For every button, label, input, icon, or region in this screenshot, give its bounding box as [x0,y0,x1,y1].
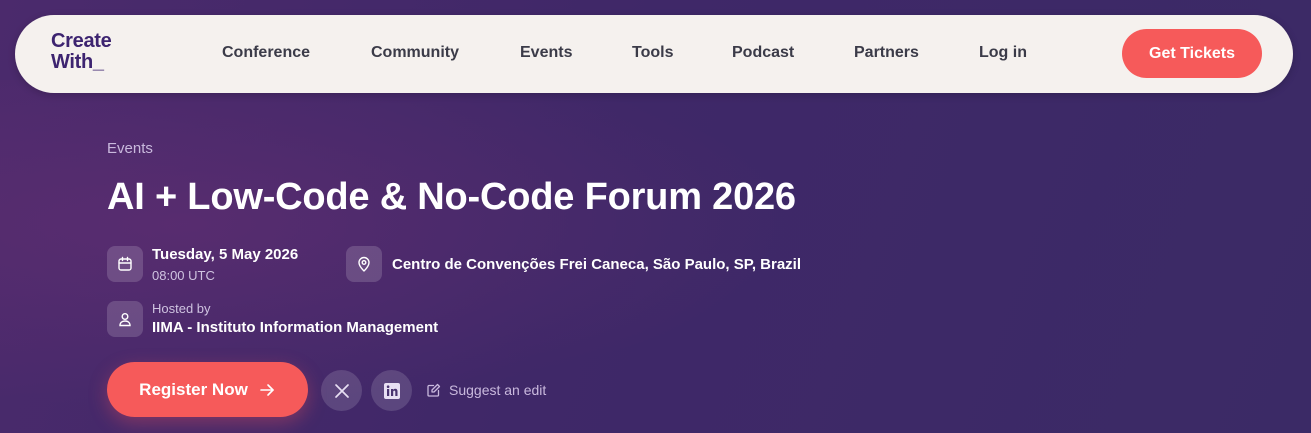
register-now-label: Register Now [139,379,248,399]
event-host[interactable]: IIMA - Instituto Information Management [152,319,438,336]
event-time: 08:00 UTC [152,268,215,283]
user-icon [107,301,143,337]
event-location: Centro de Convenções Frei Caneca, São Pa… [392,256,802,273]
arrow-right-icon [260,383,274,396]
page-title: AI + Low-Code & No-Code Forum 2026 [107,176,796,218]
x-icon [334,383,349,398]
logo[interactable]: Create With_ [51,31,141,73]
suggest-edit-label: Suggest an edit [449,382,547,398]
nav-login[interactable]: Log in [979,44,1027,62]
share-x-button[interactable] [321,370,362,411]
suggest-edit-link[interactable]: Suggest an edit [427,382,546,398]
linkedin-icon [383,382,400,399]
event-date: Tuesday, 5 May 2026 [152,246,299,263]
map-pin-icon [346,246,382,282]
nav-partners[interactable]: Partners [854,44,919,62]
nav-conference[interactable]: Conference [222,44,310,62]
nav-events[interactable]: Events [520,44,572,62]
breadcrumb[interactable]: Events [107,140,153,157]
calendar-icon [107,246,143,282]
edit-icon [427,383,441,397]
hosted-by-label: Hosted by [152,301,211,316]
get-tickets-button[interactable]: Get Tickets [1122,29,1262,78]
nav-podcast[interactable]: Podcast [732,44,794,62]
register-now-button[interactable]: Register Now [107,362,308,417]
nav-tools[interactable]: Tools [632,44,673,62]
top-navbar: Create With_ Conference Community Events… [15,15,1293,93]
nav-community[interactable]: Community [371,44,459,62]
logo-line-1: Create [51,30,112,52]
logo-line-2: With_ [51,51,104,73]
share-linkedin-button[interactable] [371,370,412,411]
